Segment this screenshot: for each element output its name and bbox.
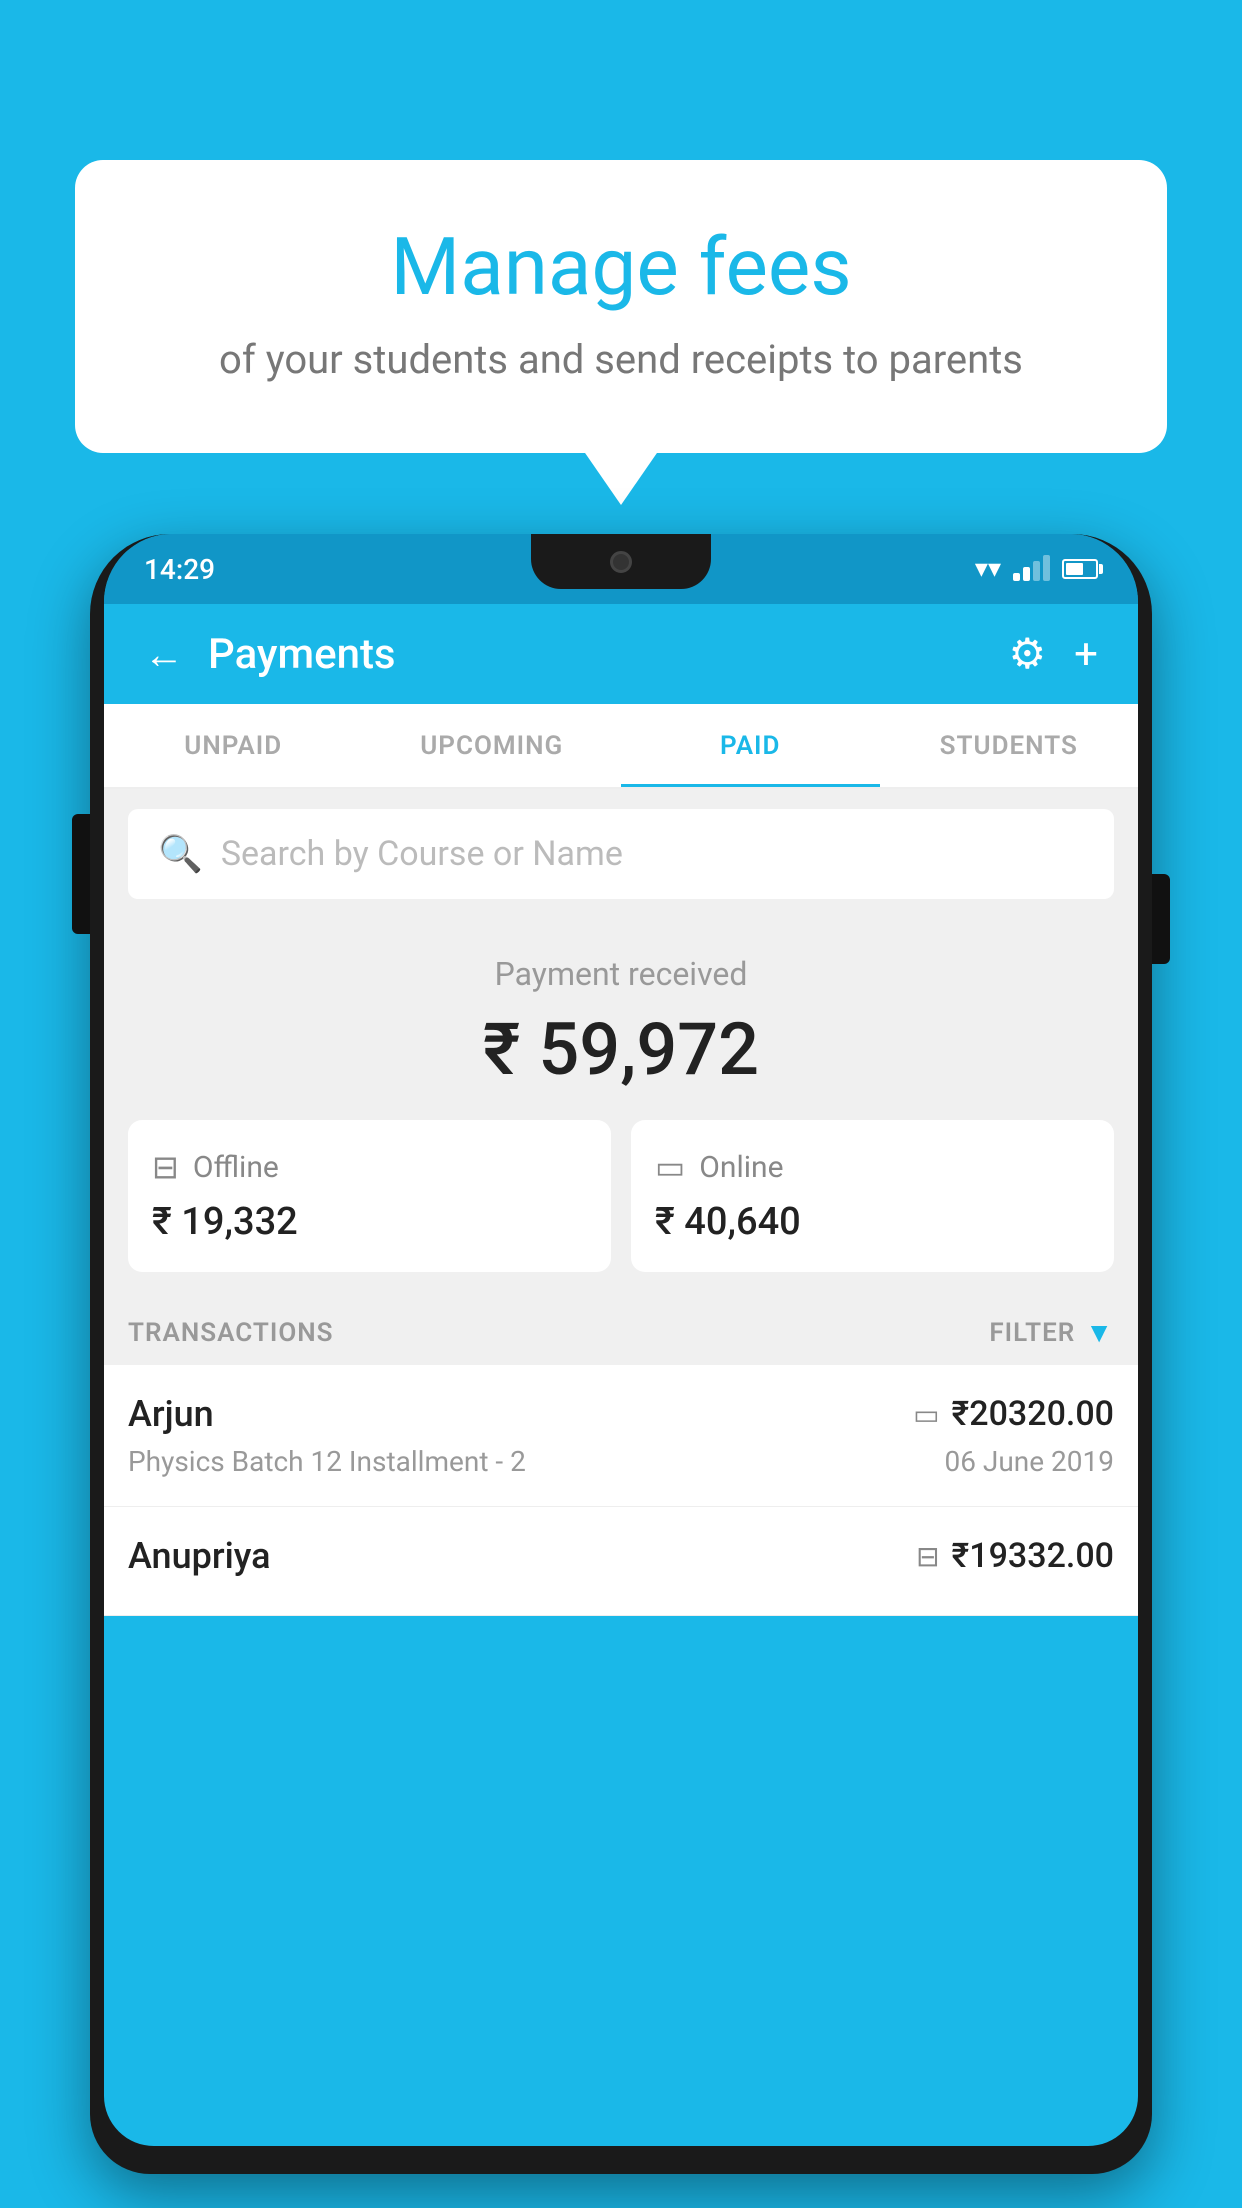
speech-bubble: Manage fees of your students and send re… <box>75 160 1167 453</box>
transaction-date-1: 06 June 2019 <box>944 1445 1114 1478</box>
offline-card: ⊟ Offline ₹ 19,332 <box>128 1120 611 1272</box>
phone-screen: 14:29 ▾▾ ← Payments <box>104 534 1138 2146</box>
bubble-title: Manage fees <box>155 220 1087 314</box>
signal-bars <box>1013 557 1050 581</box>
filter-button[interactable]: FILTER ▼ <box>989 1316 1114 1349</box>
transaction-row-2[interactable]: Anupriya ⊟ ₹19332.00 <box>104 1507 1138 1616</box>
speech-bubble-container: Manage fees of your students and send re… <box>75 160 1167 453</box>
filter-icon: ▼ <box>1085 1316 1114 1349</box>
online-payment-icon: ▭ <box>913 1398 939 1431</box>
tab-unpaid[interactable]: UNPAID <box>104 704 363 787</box>
transaction-row[interactable]: Arjun ▭ ₹20320.00 Physics Batch 12 Insta… <box>104 1365 1138 1507</box>
transaction-amount-1: ₹20320.00 <box>952 1394 1114 1434</box>
offline-payment-icon: ⊟ <box>916 1540 939 1573</box>
transaction-bottom-1: Physics Batch 12 Installment - 2 06 June… <box>128 1445 1114 1478</box>
search-bar[interactable]: 🔍 Search by Course or Name <box>128 809 1114 899</box>
search-placeholder-text: Search by Course or Name <box>221 834 623 874</box>
header-title: Payments <box>208 630 1009 679</box>
battery-fill <box>1066 563 1083 575</box>
payment-received-section: Payment received ₹ 59,972 <box>104 919 1138 1120</box>
gear-icon[interactable]: ⚙ <box>1009 629 1047 679</box>
payment-cards: ⊟ Offline ₹ 19,332 ▭ Online ₹ 40,640 <box>104 1120 1138 1296</box>
filter-label: FILTER <box>989 1318 1075 1348</box>
transaction-desc-1: Physics Batch 12 Installment - 2 <box>128 1445 526 1478</box>
transaction-top-2: Anupriya ⊟ ₹19332.00 <box>128 1535 1114 1577</box>
transaction-amount-2: ₹19332.00 <box>952 1536 1114 1576</box>
phone-container: 14:29 ▾▾ ← Payments <box>90 520 1152 2208</box>
payment-received-amount: ₹ 59,972 <box>104 1007 1138 1092</box>
back-button[interactable]: ← <box>144 631 184 678</box>
payment-received-label: Payment received <box>104 955 1138 993</box>
status-icons: ▾▾ <box>975 554 1098 584</box>
offline-card-top: ⊟ Offline <box>152 1148 587 1186</box>
transaction-amount-wrap-2: ⊟ ₹19332.00 <box>916 1536 1114 1576</box>
online-card: ▭ Online ₹ 40,640 <box>631 1120 1114 1272</box>
online-icon: ▭ <box>655 1148 685 1186</box>
online-card-top: ▭ Online <box>655 1148 1090 1186</box>
transaction-name-2: Anupriya <box>128 1535 271 1577</box>
offline-amount: ₹ 19,332 <box>152 1200 587 1244</box>
tab-paid[interactable]: PAID <box>621 704 880 787</box>
add-button[interactable]: + <box>1074 630 1098 679</box>
online-amount: ₹ 40,640 <box>655 1200 1090 1244</box>
status-time: 14:29 <box>144 553 215 586</box>
transactions-label: TRANSACTIONS <box>128 1318 334 1348</box>
wifi-icon: ▾▾ <box>975 554 1001 584</box>
online-label: Online <box>699 1150 783 1185</box>
bubble-subtitle: of your students and send receipts to pa… <box>155 336 1087 383</box>
offline-label: Offline <box>193 1150 279 1185</box>
camera-dot <box>610 551 632 573</box>
notch <box>531 534 711 589</box>
tab-students[interactable]: STUDENTS <box>880 704 1139 787</box>
tabs: UNPAID UPCOMING PAID STUDENTS <box>104 704 1138 789</box>
offline-icon: ⊟ <box>152 1148 179 1186</box>
header-icons: ⚙ + <box>1009 629 1099 679</box>
app-header: ← Payments ⚙ + <box>104 604 1138 704</box>
app-content: 🔍 Search by Course or Name Payment recei… <box>104 789 1138 1616</box>
status-bar: 14:29 ▾▾ <box>104 534 1138 604</box>
battery-icon <box>1062 559 1098 579</box>
transactions-header: TRANSACTIONS FILTER ▼ <box>104 1296 1138 1365</box>
search-icon: 🔍 <box>158 833 203 875</box>
transaction-top-1: Arjun ▭ ₹20320.00 <box>128 1393 1114 1435</box>
transaction-name-1: Arjun <box>128 1393 214 1435</box>
transaction-amount-wrap-1: ▭ ₹20320.00 <box>913 1394 1114 1434</box>
phone-outer: 14:29 ▾▾ ← Payments <box>90 534 1152 2174</box>
tab-upcoming[interactable]: UPCOMING <box>363 704 622 787</box>
